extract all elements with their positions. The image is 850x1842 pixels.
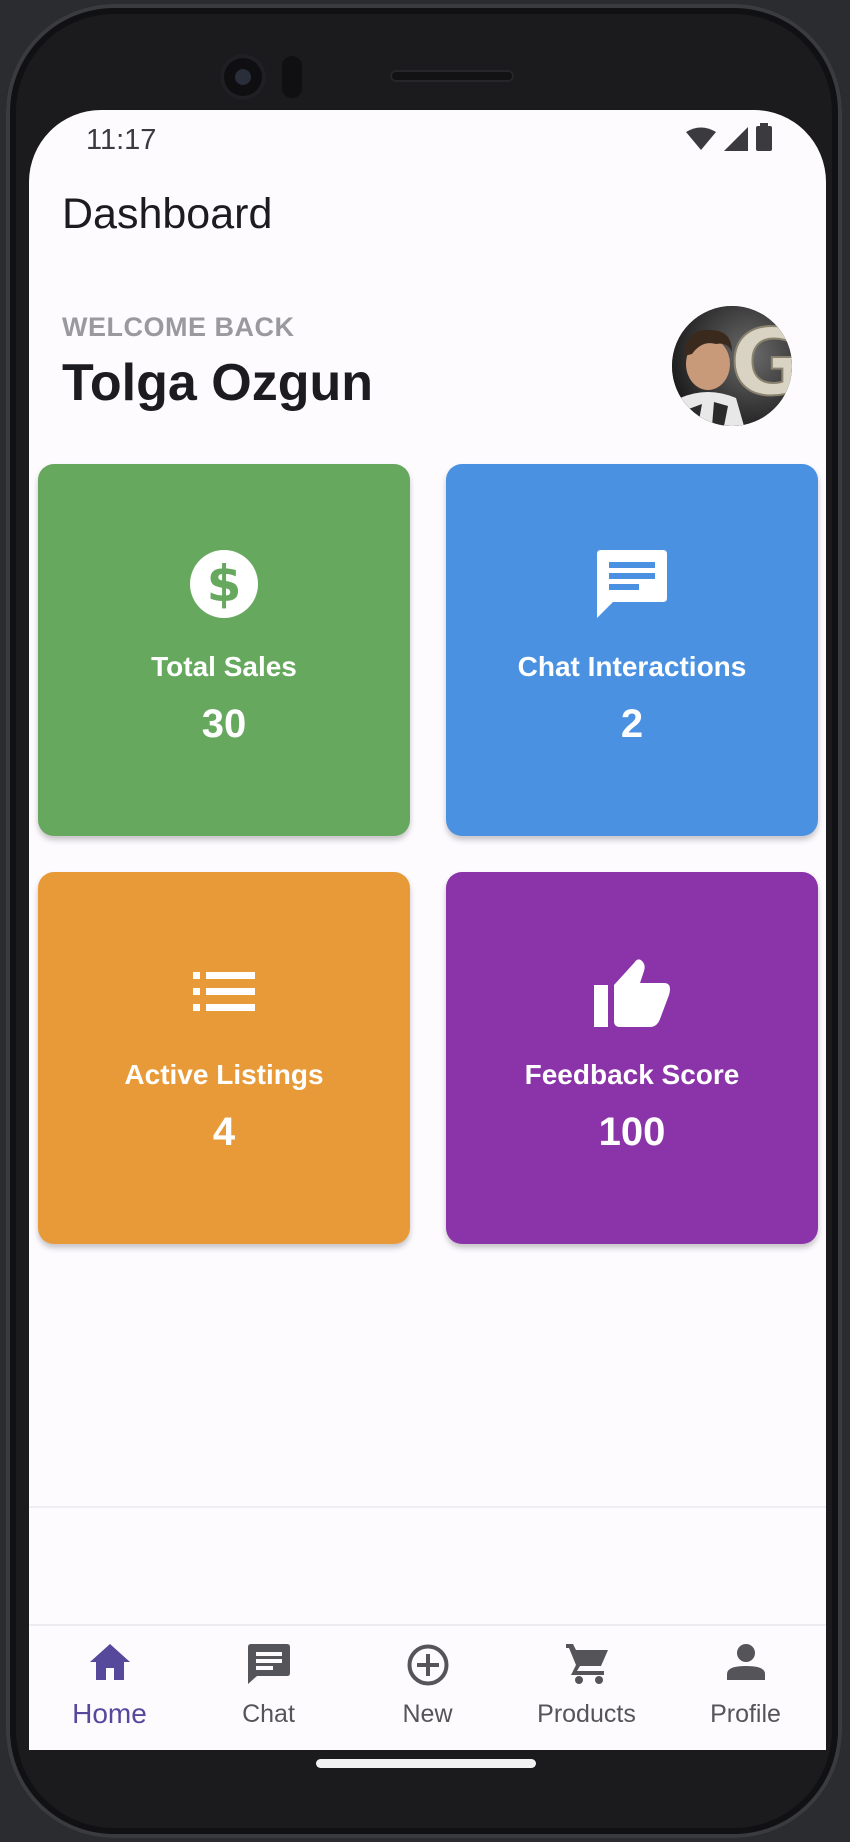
cart-icon (507, 1644, 666, 1688)
nav-item-home[interactable]: Home (30, 1626, 189, 1744)
nav-label: Home (72, 1698, 147, 1729)
proximity-sensor (282, 56, 302, 98)
front-camera (220, 54, 266, 100)
chat-icon (446, 548, 818, 620)
stat-value: 2 (620, 702, 644, 746)
stat-label: Active Listings (124, 1059, 324, 1090)
signal-icon (724, 127, 748, 156)
user-name: Tolga Ozgun (62, 354, 373, 412)
nav-item-profile[interactable]: Profile (666, 1626, 825, 1744)
stat-card-active-listings[interactable]: Active Listings 4 (38, 872, 410, 1244)
svg-text:$: $ (207, 555, 242, 613)
battery-icon (756, 123, 772, 156)
stat-value: 30 (201, 702, 247, 746)
nav-item-new[interactable]: New (348, 1626, 507, 1744)
chat-icon (189, 1644, 348, 1688)
page-title: Dashboard (62, 190, 273, 238)
status-time: 11:17 (86, 124, 157, 156)
stat-card-feedback-score[interactable]: Feedback Score 100 (446, 872, 818, 1244)
thumb-up-icon (446, 956, 818, 1028)
home-indicator[interactable] (316, 1759, 536, 1768)
add-circle-icon (348, 1644, 507, 1688)
stat-value: 100 (598, 1110, 666, 1154)
stat-label: Chat Interactions (517, 651, 747, 682)
nav-label: Chat (242, 1700, 295, 1728)
svg-text:G: G (730, 309, 792, 416)
status-bar: 11:17 (29, 110, 826, 166)
stat-label: Total Sales (151, 651, 297, 682)
stat-label: Feedback Score (524, 1059, 740, 1090)
stat-card-chat-interactions[interactable]: Chat Interactions 2 (446, 464, 818, 836)
nav-label: Profile (710, 1700, 781, 1728)
list-icon (38, 956, 410, 1028)
stat-value: 4 (212, 1110, 236, 1154)
dollar-icon: $ (38, 548, 410, 620)
earpiece-speaker (390, 70, 514, 82)
status-icons (686, 123, 772, 156)
avatar[interactable]: G (672, 306, 792, 426)
content-divider (29, 1506, 826, 1508)
nav-label: New (402, 1700, 453, 1728)
nav-item-chat[interactable]: Chat (189, 1626, 348, 1744)
person-icon (666, 1644, 825, 1688)
stat-card-total-sales[interactable]: $ Total Sales 30 (38, 464, 410, 836)
bottom-navigation: Home Chat New Products Profile (29, 1624, 826, 1744)
app-screen: 11:17 Dashboard WELCOME BACK Tolga Ozgun (29, 110, 826, 1750)
welcome-label: WELCOME BACK (62, 312, 295, 342)
home-icon (30, 1644, 189, 1688)
wifi-icon (686, 127, 716, 156)
nav-label: Products (537, 1700, 636, 1728)
nav-item-products[interactable]: Products (507, 1626, 666, 1744)
